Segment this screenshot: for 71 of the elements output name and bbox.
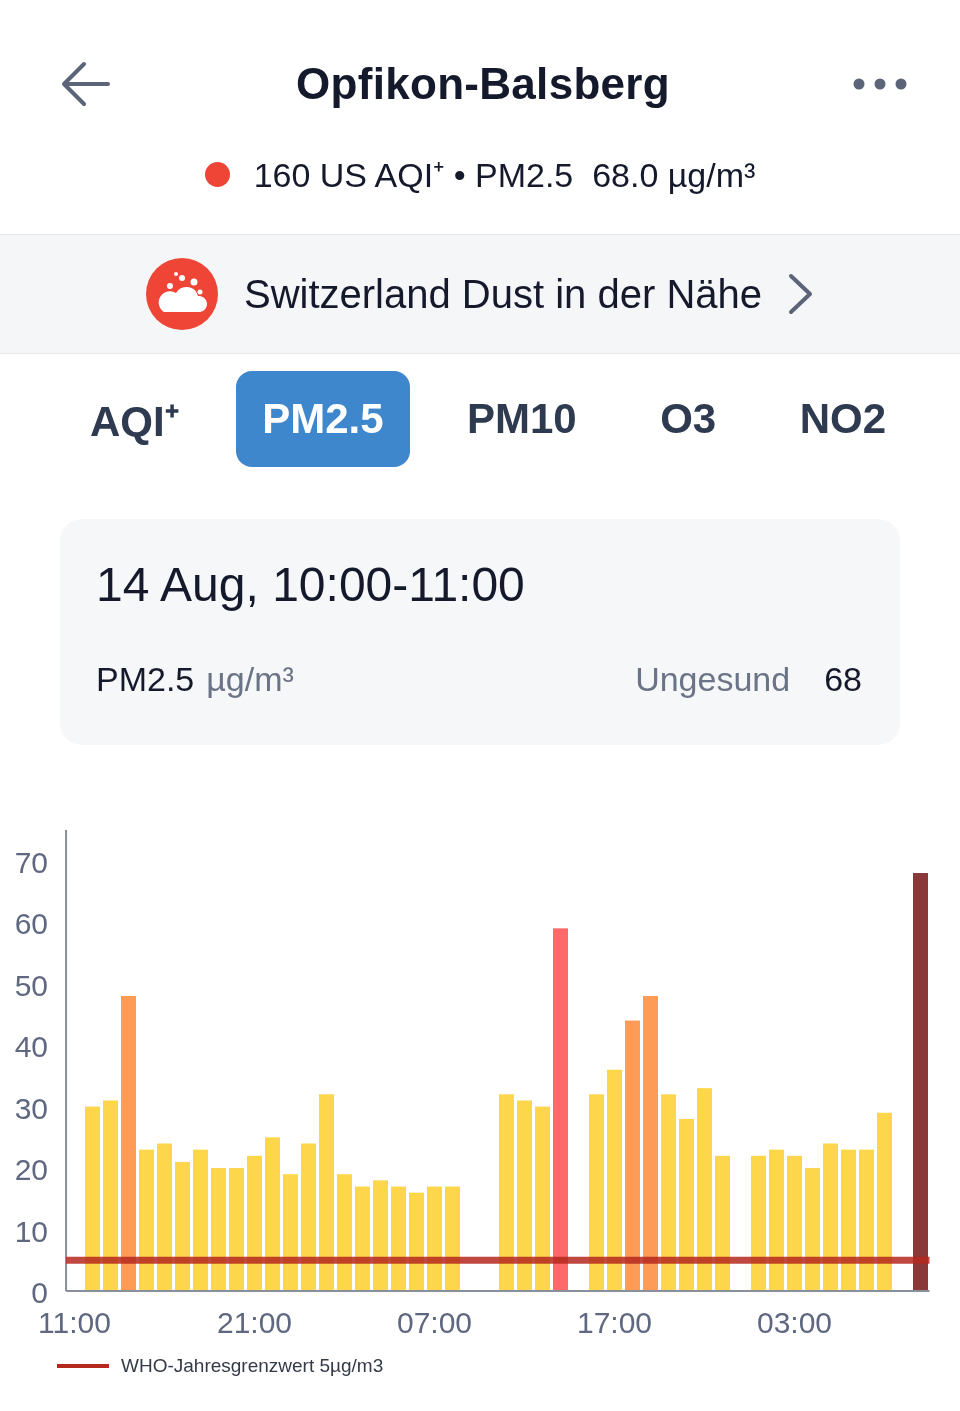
- bar[interactable]: [499, 1094, 514, 1291]
- nearby-banner[interactable]: Switzerland Dust in der Nähe: [0, 234, 960, 354]
- time-range: 14 Aug, 10:00-11:00: [96, 557, 526, 612]
- pollutant-label: PM2.5: [96, 660, 195, 699]
- bar[interactable]: [445, 1186, 460, 1291]
- bar[interactable]: [517, 1100, 532, 1291]
- y-tick-label: 10: [14, 1214, 48, 1248]
- bar[interactable]: [715, 1155, 730, 1291]
- y-tick-label: 70: [14, 845, 48, 879]
- pollutant-value: 68: [824, 660, 862, 699]
- bar[interactable]: [409, 1192, 424, 1291]
- bar[interactable]: [823, 1143, 838, 1291]
- bar[interactable]: [355, 1186, 370, 1291]
- dust-cloud-icon: [146, 258, 218, 330]
- pollutant-tab[interactable]: NO2: [773, 371, 912, 467]
- bar[interactable]: [535, 1106, 550, 1291]
- x-tick-label: 11:00: [38, 1306, 111, 1339]
- status-label: Ungesund: [635, 660, 791, 699]
- bar[interactable]: [139, 1149, 154, 1291]
- bar[interactable]: [211, 1168, 226, 1291]
- bar[interactable]: [157, 1143, 172, 1291]
- bar[interactable]: [229, 1168, 244, 1291]
- y-tick-label: 30: [14, 1091, 48, 1125]
- bar[interactable]: [625, 1020, 640, 1291]
- bar[interactable]: [85, 1106, 100, 1291]
- bar[interactable]: [661, 1094, 676, 1291]
- x-tick-label: 17:00: [576, 1306, 653, 1339]
- x-tick-label: 21:00: [216, 1306, 293, 1339]
- y-tick-label: 0: [31, 1276, 48, 1309]
- bar[interactable]: [337, 1174, 352, 1291]
- bar[interactable]: [589, 1094, 604, 1291]
- bar[interactable]: [391, 1186, 406, 1291]
- bar[interactable]: [607, 1069, 622, 1291]
- y-tick-label: 40: [14, 1030, 48, 1064]
- bar[interactable]: [283, 1174, 298, 1291]
- bar[interactable]: [103, 1100, 118, 1291]
- y-tick-label: 60: [14, 907, 48, 941]
- bar[interactable]: [679, 1118, 694, 1291]
- y-tick-label: 50: [14, 968, 48, 1002]
- unit-label: µg/m³: [206, 660, 294, 699]
- bar[interactable]: [373, 1180, 388, 1291]
- pollutant-tab[interactable]: AQI⁺: [64, 371, 205, 467]
- bar[interactable]: [643, 995, 658, 1291]
- bar[interactable]: [427, 1186, 442, 1291]
- bar[interactable]: [859, 1149, 874, 1291]
- legend-label: WHO-Jahresgrenzwert 5µg/m3: [121, 1355, 384, 1377]
- bar[interactable]: [193, 1149, 208, 1291]
- pollutant-tab[interactable]: O3: [634, 371, 743, 467]
- bar[interactable]: [769, 1149, 784, 1291]
- bar[interactable]: [841, 1149, 856, 1291]
- x-tick-label: 07:00: [396, 1306, 473, 1339]
- bar[interactable]: [805, 1168, 820, 1291]
- bar[interactable]: [301, 1143, 316, 1291]
- x-tick-label: 03:00: [756, 1306, 833, 1339]
- air-quality-summary: 160 US AQI⁺ • PM2.5 68.0 µg/m³: [253, 155, 756, 196]
- bar[interactable]: [121, 995, 136, 1291]
- location-title: Opfikon-Balsberg: [296, 59, 670, 109]
- bar[interactable]: [751, 1155, 766, 1291]
- bar[interactable]: [175, 1161, 190, 1291]
- pollutant-tab[interactable]: PM10: [440, 371, 603, 467]
- back-arrow-icon: [61, 61, 111, 107]
- bar[interactable]: [247, 1155, 262, 1291]
- y-tick-label: 20: [14, 1153, 48, 1187]
- pollutant-tab[interactable]: PM2.5: [236, 371, 410, 467]
- bar[interactable]: [697, 1088, 712, 1291]
- bar[interactable]: [877, 1112, 892, 1291]
- chevron-right-icon: [788, 273, 814, 315]
- more-icon: [853, 78, 907, 90]
- bar[interactable]: [265, 1137, 280, 1291]
- bar[interactable]: [319, 1094, 334, 1291]
- bar[interactable]: [787, 1155, 802, 1291]
